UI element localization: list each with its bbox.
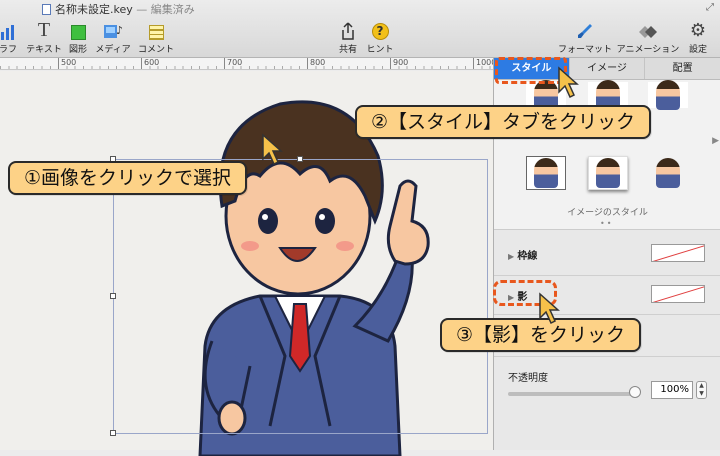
shape-icon — [70, 25, 86, 40]
opacity-field[interactable]: 100% — [651, 381, 693, 399]
opacity-slider[interactable] — [508, 392, 636, 396]
share-icon — [342, 22, 354, 40]
style-preset[interactable] — [588, 156, 628, 190]
selection-handle[interactable] — [110, 430, 116, 436]
style-preset[interactable] — [648, 80, 688, 110]
opacity-slider-knob[interactable] — [629, 386, 641, 398]
mouse-pointer-icon — [262, 133, 283, 166]
image-style-presets: ▶ イメージのスタイル •• — [494, 80, 720, 230]
format-button[interactable]: フォーマット — [556, 20, 614, 55]
svg-text:♪: ♪ — [116, 24, 123, 37]
hint-button[interactable]: ? ヒント — [364, 20, 396, 55]
selection-handle[interactable] — [110, 293, 116, 299]
shape-button[interactable]: 図形 — [64, 20, 92, 55]
shadow-color-well[interactable] — [651, 285, 705, 303]
media-icon: ♪ — [104, 24, 123, 38]
page-dots[interactable]: •• — [600, 219, 613, 228]
tab-arrange[interactable]: 配置 — [645, 58, 720, 79]
text-button[interactable]: T テキスト — [24, 20, 64, 55]
horizontal-ruler: 500 600 700 800 900 1000 — [0, 58, 493, 70]
mouse-pointer-icon — [558, 66, 579, 99]
animation-icon — [639, 26, 657, 38]
selection-box — [113, 159, 488, 434]
callout-step2: ②【スタイル】タブをクリック — [355, 105, 652, 139]
opacity-label: 不透明度 — [508, 373, 548, 384]
image-style-label: イメージのスタイル — [567, 208, 648, 218]
toolbar: 名称未設定.key — 編集済み ⤢ ラフ T テキスト 図形 ♪ メディア コ… — [0, 0, 720, 58]
settings-button[interactable]: ⚙ 設定 — [684, 20, 712, 56]
ruler-tick: 500 — [58, 58, 76, 69]
selection-handle[interactable] — [297, 156, 303, 162]
callout-step1: ①画像をクリックで選択 — [8, 161, 248, 195]
comment-button[interactable]: コメント — [136, 20, 176, 55]
chart-button[interactable]: ラフ — [0, 20, 22, 55]
style-preset[interactable] — [648, 156, 688, 190]
divider — [494, 314, 720, 315]
divider — [494, 275, 720, 276]
opacity-stepper[interactable]: ▲ ▼ — [696, 381, 707, 399]
ruler-tick: 900 — [390, 58, 408, 69]
share-button[interactable]: 共有 — [336, 20, 360, 55]
window-title: 名称未設定.key — 編集済み — [42, 1, 195, 17]
ruler-tick: 600 — [141, 58, 159, 69]
comment-icon — [148, 25, 164, 40]
border-color-well[interactable] — [651, 244, 705, 262]
document-icon — [42, 4, 51, 15]
mouse-pointer-icon — [539, 292, 560, 325]
divider — [494, 356, 720, 357]
gear-icon: ⚙ — [689, 20, 707, 41]
ruler-tick: 800 — [307, 58, 325, 69]
chart-icon — [1, 25, 14, 40]
text-icon: T — [37, 19, 51, 41]
ruler-tick: 700 — [224, 58, 242, 69]
media-button[interactable]: ♪ メディア — [94, 20, 132, 55]
question-icon: ? — [371, 23, 389, 40]
ruler-tick: 1000 — [473, 58, 493, 69]
disclosure-triangle-icon: ▶ — [508, 252, 515, 261]
animation-button[interactable]: アニメーション — [614, 20, 682, 55]
border-disclosure[interactable]: ▶ 枠線 — [508, 247, 537, 262]
paintbrush-icon — [578, 24, 592, 38]
chevron-right-icon[interactable]: ▶ — [712, 136, 719, 146]
style-preset[interactable] — [526, 156, 566, 190]
fullscreen-icon[interactable]: ⤢ — [706, 2, 714, 13]
